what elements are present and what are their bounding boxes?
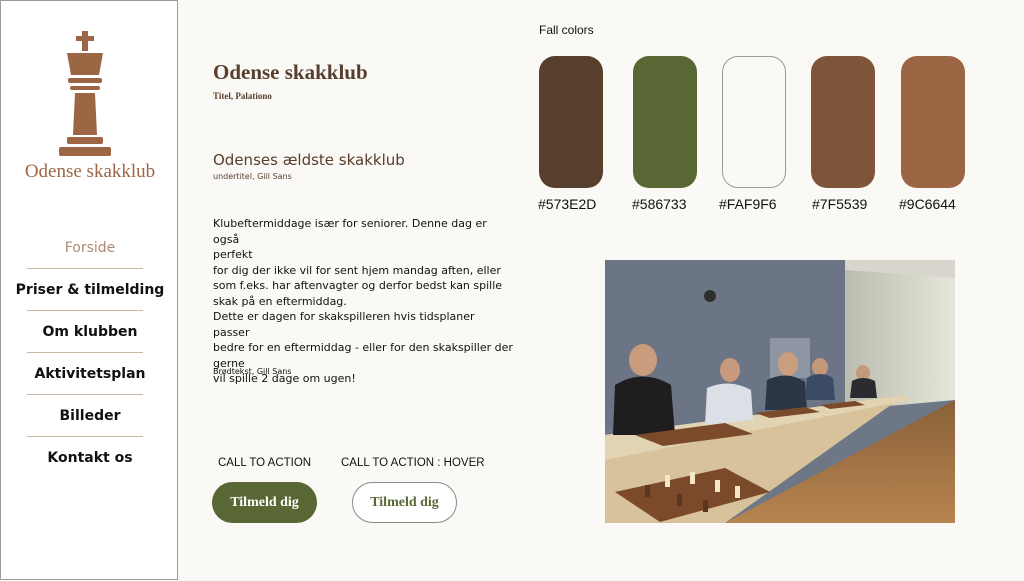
page-subtitle: Odenses ældste skakklub xyxy=(213,151,405,169)
body-line: for dig der ikke vil for sent hjem manda… xyxy=(213,263,501,277)
color-swatch xyxy=(722,56,786,188)
color-swatch xyxy=(539,56,603,188)
chess-club-photo xyxy=(605,260,955,523)
palette-title: Fall colors xyxy=(539,23,594,37)
nav-item-aktivitetsplan[interactable]: Aktivitetsplan xyxy=(1,353,179,394)
body-line: Klubeftermiddage især for seniorer. Denn… xyxy=(213,217,487,246)
color-label: #9C6644 xyxy=(899,196,956,212)
logo-text: Odense skakklub xyxy=(24,161,156,182)
nav-item-forside[interactable]: Forside xyxy=(1,227,179,268)
color-swatch xyxy=(901,56,965,188)
body-line: perfekt xyxy=(213,248,253,261)
nav-item-billeder[interactable]: Billeder xyxy=(1,395,179,436)
sidebar: Odense skakklub Forside Priser & tilmeld… xyxy=(0,0,178,580)
body-line: bedre for en eftermiddag - eller for den… xyxy=(213,341,513,354)
signup-button[interactable]: Tilmeld dig xyxy=(212,482,317,523)
body-line: skak på en eftermiddag. xyxy=(213,294,347,308)
body-caption: Brødtekst, Gill Sans xyxy=(213,367,292,376)
color-label: #573E2D xyxy=(538,196,597,212)
subtitle-caption: undertitel, Gill Sans xyxy=(213,172,292,181)
body-line: Dette er dagen for skakspilleren hvis ti… xyxy=(213,310,475,339)
main-nav: Forside Priser & tilmelding Om klubben A… xyxy=(1,227,179,478)
body-line: som f.eks. har aftenvagter og derfor bed… xyxy=(213,279,503,292)
title-caption: Titel, Palationo xyxy=(213,91,272,101)
color-label: #FAF9F6 xyxy=(719,196,777,212)
color-label: #7F5539 xyxy=(812,196,868,212)
color-swatch xyxy=(811,56,875,188)
nav-item-priser[interactable]: Priser & tilmelding xyxy=(1,269,179,310)
nav-item-kontakt[interactable]: Kontakt os xyxy=(1,437,179,478)
body-text: Klubeftermiddage især for seniorer. Denn… xyxy=(213,216,513,387)
page-title: Odense skakklub xyxy=(213,60,368,84)
photo-illustration xyxy=(605,260,955,523)
cta-label: CALL TO ACTION xyxy=(218,457,312,469)
signup-button-hover[interactable]: Tilmeld dig xyxy=(352,482,457,523)
cta-hover-label: CALL TO ACTION : HOVER xyxy=(341,457,485,469)
color-swatch xyxy=(633,56,697,188)
nav-item-om-klubben[interactable]: Om klubben xyxy=(1,311,179,352)
chess-king-icon xyxy=(59,31,111,156)
color-label: #586733 xyxy=(632,196,687,212)
